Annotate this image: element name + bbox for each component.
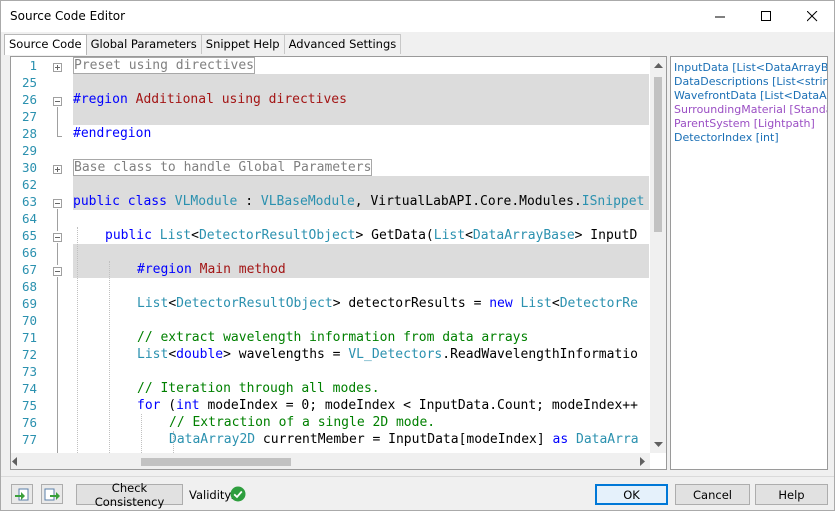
tab-source-code[interactable]: Source Code — [4, 34, 87, 55]
collapsed-region[interactable]: Base class to handle Global Parameters — [73, 159, 373, 176]
scroll-right-icon[interactable] — [640, 457, 646, 466]
code-line-1: Preset using directives — [73, 57, 256, 74]
line-number: 64 — [21, 211, 37, 226]
window-title: Source Code Editor — [10, 9, 126, 23]
line-number: 25 — [21, 75, 37, 90]
title-bar: Source Code Editor — [1, 1, 834, 32]
line-number: 69 — [21, 296, 37, 311]
expand-fold-icon[interactable] — [53, 63, 62, 72]
code-line-67: #region Main method — [137, 262, 286, 277]
line-number: 65 — [21, 228, 37, 243]
ok-button[interactable]: OK — [595, 484, 668, 505]
tab-advanced-settings[interactable]: Advanced Settings — [283, 34, 402, 54]
close-icon — [806, 11, 817, 22]
line-number: 68 — [21, 279, 37, 294]
scroll-down-icon[interactable] — [654, 442, 663, 448]
vertical-scroll-thumb[interactable] — [654, 77, 662, 232]
horizontal-scroll-thumb[interactable] — [141, 458, 291, 466]
tab-snippet-help[interactable]: Snippet Help — [200, 34, 285, 54]
parameter-item[interactable]: InputData [List<DataArrayBase>] — [674, 61, 827, 75]
close-button[interactable] — [789, 1, 835, 32]
parameter-item[interactable]: DataDescriptions [List<string>] — [674, 75, 827, 89]
global-parameters-list: InputData [List<DataArrayBase>] DataDesc… — [670, 56, 828, 470]
validity-label: Validity: — [189, 488, 235, 502]
code-line-74: // Iteration through all modes. — [137, 381, 380, 396]
line-number: 72 — [21, 347, 37, 362]
collapse-fold-icon[interactable] — [53, 97, 62, 106]
line-number: 75 — [21, 398, 37, 413]
collapse-fold-icon[interactable] — [53, 267, 62, 276]
line-number: 27 — [21, 109, 37, 124]
line-number: 74 — [21, 381, 37, 396]
code-text-area[interactable]: Preset using directives #region Addition… — [73, 57, 649, 453]
code-line-30: Base class to handle Global Parameters — [73, 159, 373, 176]
import-icon — [15, 488, 29, 501]
code-line-65: public List<DetectorResultObject> GetDat… — [105, 228, 638, 243]
source-code-editor-window: Source Code Editor Source Code Global Pa… — [0, 0, 835, 511]
line-number: 71 — [21, 330, 37, 345]
expand-fold-icon[interactable] — [53, 165, 62, 174]
line-number: 67 — [21, 262, 37, 277]
line-number: 30 — [21, 160, 37, 175]
horizontal-scrollbar[interactable] — [11, 453, 650, 469]
line-number: 73 — [21, 364, 37, 379]
minimize-button[interactable] — [697, 1, 743, 32]
export-icon — [44, 488, 60, 501]
code-line-69: List<DetectorResultObject> detectorResul… — [137, 296, 638, 311]
maximize-button[interactable] — [743, 1, 789, 32]
parameter-item[interactable]: DetectorIndex [int] — [674, 131, 827, 145]
line-number: 76 — [21, 415, 37, 430]
minimize-icon — [714, 16, 725, 18]
code-line-76: // Extraction of a single 2D mode. — [169, 415, 436, 430]
collapse-fold-icon[interactable] — [53, 233, 62, 242]
collapse-fold-icon[interactable] — [53, 199, 62, 208]
code-line-26: #region Additional using directives — [73, 92, 347, 107]
parameter-item[interactable]: SurroundingMaterial [StandardMaterial] — [674, 103, 827, 117]
cancel-button[interactable]: Cancel — [675, 484, 750, 505]
code-line-63: public class VLModule : VLBaseModule, Vi… — [73, 194, 645, 209]
code-line-77: DataArray2D currentMember = InputData[mo… — [169, 432, 639, 447]
parameter-item[interactable]: ParentSystem [Lightpath] — [674, 117, 827, 131]
line-number: 77 — [21, 432, 37, 447]
line-number: 70 — [21, 313, 37, 328]
scroll-up-icon[interactable] — [654, 62, 663, 68]
collapsed-region[interactable]: Preset using directives — [73, 57, 256, 74]
line-number: 66 — [21, 245, 37, 260]
line-number: 62 — [21, 177, 37, 192]
export-snippet-button[interactable] — [41, 484, 63, 504]
check-consistency-button[interactable]: Check Consistency — [76, 481, 183, 509]
import-snippet-button[interactable] — [11, 484, 33, 504]
fold-margin — [51, 57, 71, 453]
maximize-icon — [760, 11, 771, 21]
tab-strip: Source Code Global Parameters Snippet He… — [4, 34, 402, 55]
code-editor[interactable]: 1 25 26 27 28 29 30 62 63 64 65 66 67 68 69 70 71 72 73 74 7… — [10, 56, 667, 470]
line-number: 63 — [21, 194, 37, 209]
tab-global-parameters[interactable]: Global Parameters — [85, 34, 202, 54]
code-line-72: List<double> wavelengths = VL_Detectors.… — [137, 347, 638, 362]
parameter-item[interactable]: WavefrontData [List<DataArray2D>] — [674, 89, 827, 103]
code-line-75: for (int modeIndex = 0; modeIndex < Inpu… — [137, 398, 638, 413]
line-number: 1 — [29, 58, 37, 73]
vertical-scrollbar[interactable] — [650, 57, 666, 453]
code-line-71: // extract wavelength information from d… — [137, 330, 529, 345]
check-circle-icon — [230, 486, 246, 502]
line-number: 26 — [21, 92, 37, 107]
scroll-left-icon[interactable] — [11, 457, 17, 466]
line-number-gutter: 1 25 26 27 28 29 30 62 63 64 65 66 67 68 69 70 71 72 73 74 7… — [11, 57, 51, 453]
help-button[interactable]: Help — [755, 484, 828, 505]
line-number: 29 — [21, 143, 37, 158]
line-number: 28 — [21, 126, 37, 141]
code-line-28: #endregion — [73, 126, 152, 141]
